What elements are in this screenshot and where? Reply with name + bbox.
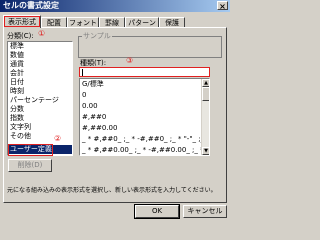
scroll-up-arrow-icon[interactable]: ▲ <box>202 79 209 87</box>
scroll-thumb[interactable] <box>202 87 209 101</box>
category-label: 分類(C): <box>7 32 34 40</box>
tab-panel: 分類(C): ① 標準 数値 通貨 会計 日付 時刻 パーセンテージ 分数 指数… <box>3 27 227 203</box>
category-item[interactable]: 分数 <box>8 105 72 114</box>
category-item[interactable]: 日付 <box>8 78 72 87</box>
format-item[interactable]: 0.00 <box>80 101 209 112</box>
type-list-scrollbar[interactable]: ▲ ▼ <box>201 79 209 155</box>
category-item[interactable]: 時刻 <box>8 87 72 96</box>
category-item[interactable]: 通貨 <box>8 60 72 69</box>
annotation-box-2 <box>8 144 53 156</box>
close-button[interactable]: × <box>217 1 228 11</box>
annotation-3: ③ <box>126 56 134 65</box>
sample-label: サンプル <box>82 31 112 41</box>
format-item[interactable]: _ * #,##0_ ;_ * -#,##0_ ;_ * "-"_ ;_ @_ <box>80 134 209 145</box>
annotation-1: ① <box>38 29 46 38</box>
category-item[interactable]: 会計 <box>8 69 72 78</box>
delete-button[interactable]: 削除(D) <box>8 159 52 172</box>
type-list[interactable]: G/標準 0 0.00 #,##0 #,##0.00 _ * #,##0_ ;_… <box>79 78 210 156</box>
format-item[interactable]: 0 <box>80 90 209 101</box>
category-list[interactable]: 標準 数値 通貨 会計 日付 時刻 パーセンテージ 分数 指数 文字列 その他 … <box>7 41 73 156</box>
title-bar: セルの書式設定 × <box>0 0 230 12</box>
category-item[interactable]: 標準 <box>8 42 72 51</box>
annotation-2: ② <box>54 134 62 143</box>
format-item[interactable]: _ * #,##0.00_ ;_ * -#,##0.00_ ;_ * "-"??… <box>80 145 209 155</box>
scroll-down-arrow-icon[interactable]: ▼ <box>202 147 209 155</box>
cancel-button[interactable]: キャンセル <box>183 205 227 218</box>
category-item[interactable]: 文字列 <box>8 123 72 132</box>
category-item[interactable]: パーセンテージ <box>8 96 72 105</box>
text-cursor <box>82 69 83 76</box>
tab-number-format[interactable]: 表示形式 <box>3 15 41 28</box>
format-item[interactable]: #,##0 <box>80 112 209 123</box>
type-input[interactable] <box>79 67 210 77</box>
ok-button[interactable]: OK <box>134 204 180 219</box>
category-item[interactable]: 数値 <box>8 51 72 60</box>
format-item[interactable]: #,##0.00 <box>80 123 209 134</box>
category-item[interactable]: 指数 <box>8 114 72 123</box>
description-text: 元になる組み込みの表示形式を選択し、新しい表示形式を入力してください。 <box>7 187 217 194</box>
category-item[interactable]: その他 <box>8 132 72 141</box>
window-title: セルの書式設定 <box>3 1 59 10</box>
format-item[interactable]: G/標準 <box>80 79 209 90</box>
